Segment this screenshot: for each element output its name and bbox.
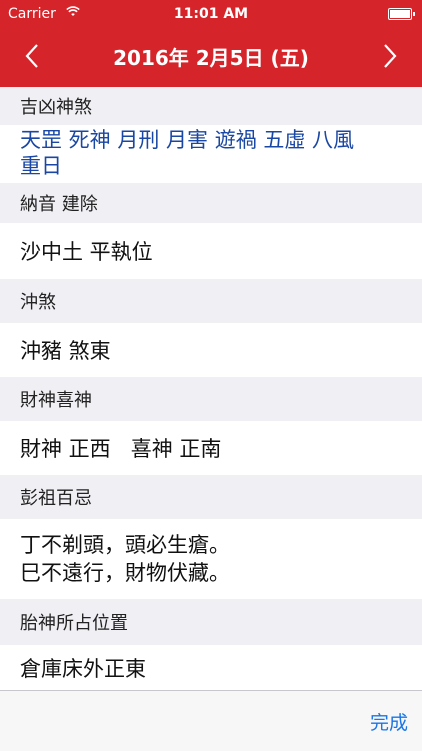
section-header-taishen: 胎神所占位置 — [0, 599, 422, 645]
section-header-gods: 財神喜神 — [0, 377, 422, 421]
bottom-toolbar: 完成 — [0, 690, 422, 751]
status-bar: Carrier 11:01 AM — [0, 0, 422, 28]
section-header-pengzu: 彭祖百忌 — [0, 475, 422, 519]
next-day-button[interactable] — [370, 36, 410, 76]
section-body-taishen: 倉庫床外正東 — [0, 645, 422, 690]
shensha-line: 天罡 死神 月刑 月害 遊禍 五虛 八風 — [20, 128, 355, 152]
gods-value: 財神 正西 喜神 正南 — [20, 437, 222, 461]
section-body-pengzu: 丁不剃頭，頭必生瘡。 巳不遠行，財物伏藏。 — [0, 519, 422, 599]
section-header-chongsha: 沖煞 — [0, 279, 422, 323]
chevron-right-icon — [384, 44, 397, 68]
nayin-value: 沙中土 平執位 — [20, 240, 153, 264]
pengzu-line: 丁不剃頭，頭必生瘡。 — [20, 533, 230, 557]
section-header-shensha: 吉凶神煞 — [0, 87, 422, 125]
section-body-chongsha: 沖豬 煞東 — [0, 323, 422, 377]
pengzu-line: 巳不遠行，財物伏藏。 — [20, 561, 230, 585]
chongsha-value: 沖豬 煞東 — [20, 339, 111, 363]
top-header: Carrier 11:01 AM 2016年 2月5日 (五) — [0, 0, 422, 87]
shensha-line: 重日 — [20, 154, 62, 178]
navigation-bar: 2016年 2月5日 (五) — [0, 28, 422, 87]
taishen-value: 倉庫床外正東 — [20, 656, 146, 681]
done-button[interactable]: 完成 — [370, 708, 408, 735]
almanac-details: 吉凶神煞 天罡 死神 月刑 月害 遊禍 五虛 八風 重日 納音 建除 沙中土 平… — [0, 87, 422, 690]
section-header-nayin: 納音 建除 — [0, 183, 422, 223]
section-body-gods: 財神 正西 喜神 正南 — [0, 421, 422, 475]
status-time: 11:01 AM — [173, 6, 249, 22]
section-body-nayin: 沙中土 平執位 — [0, 223, 422, 279]
section-body-shensha: 天罡 死神 月刑 月害 遊禍 五虛 八風 重日 — [0, 125, 422, 183]
date-title: 2016年 2月5日 (五) — [113, 46, 309, 70]
battery-icon — [388, 8, 415, 20]
